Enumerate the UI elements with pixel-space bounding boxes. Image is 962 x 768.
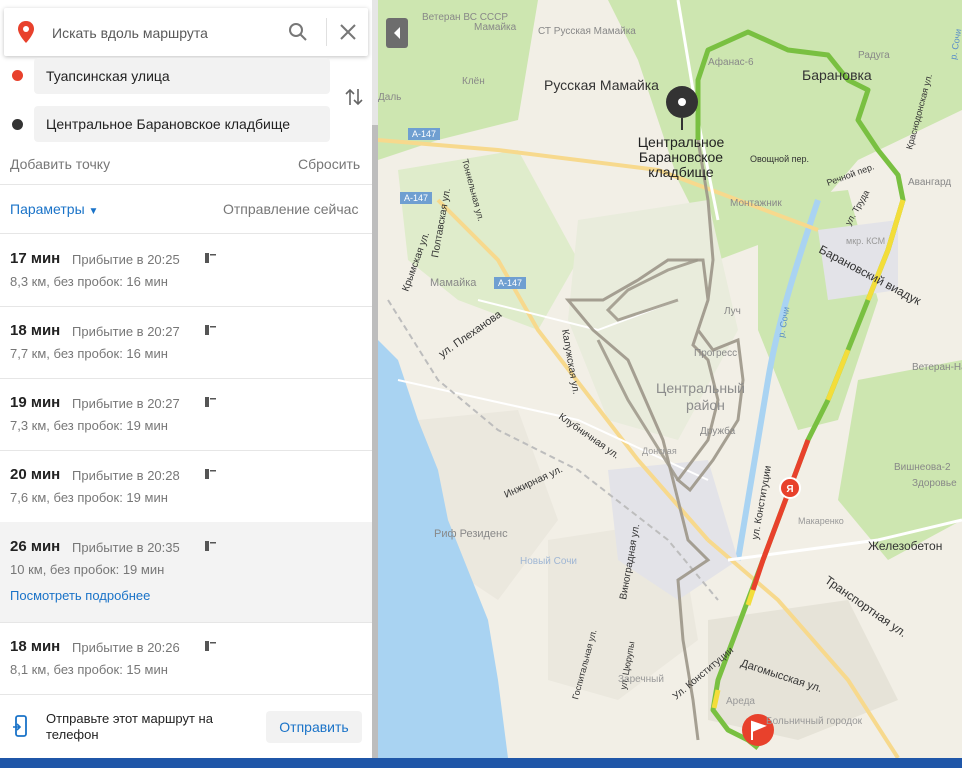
add-point-link[interactable]: Добавить точку [10, 156, 110, 172]
map-label: Русская Мамайка [544, 77, 659, 93]
route-option[interactable]: 17 мин Прибытие в 20:25 8,3 км, без проб… [0, 234, 372, 307]
search-input[interactable] [50, 20, 274, 46]
route-duration: 26 мин [10, 538, 61, 555]
params-link[interactable]: Параметры ▼ [10, 201, 98, 217]
map-label: Прогресс [694, 348, 737, 359]
traffic-light-icon [203, 467, 217, 486]
map-label: Ветеран-Нагорный [912, 362, 962, 373]
map-label: Больничный городок [766, 716, 863, 727]
map-label: Мамайка [474, 22, 517, 33]
reset-link[interactable]: Сбросить [298, 156, 360, 172]
traffic-light-icon [203, 251, 217, 270]
route-distance: 7,3 км, без пробок: 19 мин [10, 418, 168, 433]
map-label: А-147 [404, 193, 428, 203]
map-label: Луч [724, 306, 741, 317]
search-icon[interactable] [288, 22, 308, 47]
map-label: Клён [462, 76, 485, 87]
route-duration: 18 мин [10, 638, 61, 655]
send-button[interactable]: Отправить [266, 711, 362, 743]
route-option[interactable]: 18 мин Прибытие в 20:26 8,1 км, без проб… [0, 622, 372, 695]
map-label: А-147 [498, 278, 522, 288]
search-bar [4, 8, 368, 56]
route-distance: 7,7 км, без пробок: 16 мин [10, 346, 168, 361]
map-canvas[interactable]: Я А-147 А-147 А-147 Центральное Барановс… [378, 0, 962, 758]
swap-icon[interactable] [343, 86, 365, 113]
route-option[interactable]: 19 мин Прибытие в 20:27 7,3 км, без проб… [0, 378, 372, 451]
highway-badge: А-147 [400, 192, 432, 204]
map-label: Афанас-6 [708, 56, 754, 68]
origin-dot-icon [12, 70, 23, 81]
route-distance: 8,3 км, без пробок: 16 мин [10, 274, 168, 289]
route-duration: 18 мин [10, 322, 61, 339]
map-label: мкр. КСМ [846, 236, 885, 246]
map-label: Монтажник [730, 198, 782, 209]
map-label: Макаренко [798, 516, 844, 526]
divider [0, 184, 372, 185]
destination-label-line: кладбище [648, 164, 714, 180]
map-label: Риф Резиденс [434, 528, 508, 540]
destination-field[interactable]: Центральное Барановское кладбище [34, 106, 330, 142]
params-label: Параметры [10, 201, 85, 217]
map-label: Мамайка [430, 277, 477, 289]
map-label: Вишнеова-2 [894, 462, 951, 473]
route-arrival: Прибытие в 20:27 [72, 324, 180, 339]
map-label: район [686, 397, 725, 413]
route-duration: 17 мин [10, 250, 61, 267]
route-distance: 8,1 км, без пробок: 15 мин [10, 662, 168, 677]
yandex-marker-icon[interactable]: Я [779, 477, 801, 499]
map-label: Донская [642, 446, 677, 456]
map-label: Центральный [656, 380, 745, 396]
route-arrival: Прибытие в 20:35 [72, 540, 180, 555]
map-label: Здоровье [912, 478, 957, 489]
route-duration: 19 мин [10, 394, 61, 411]
route-option[interactable]: 20 мин Прибытие в 20:28 7,6 км, без проб… [0, 450, 372, 523]
location-pin-icon [16, 20, 36, 49]
route-panel: Туапсинская улица Центральное Барановско… [0, 0, 374, 758]
route-duration: 20 мин [10, 466, 61, 483]
map-label: Железобетон [868, 539, 942, 553]
send-to-phone-text: Отправьте этот маршрут на телефон [46, 711, 213, 742]
route-details-link[interactable]: Посмотреть подробнее [10, 588, 150, 603]
map-label: Радуга [858, 50, 890, 61]
map-label: А-147 [412, 129, 436, 139]
chevron-down-icon: ▼ [88, 206, 99, 217]
map-label: Ареда [726, 696, 755, 707]
collapse-panel-button[interactable] [386, 18, 408, 48]
map-label: Новый Сочи [520, 556, 577, 567]
map-label: Дружба [700, 425, 736, 437]
traffic-light-icon [203, 639, 217, 658]
map-view[interactable]: Я А-147 А-147 А-147 Центральное Барановс… [378, 0, 962, 758]
highway-badge: А-147 [494, 277, 526, 289]
traffic-light-icon [203, 395, 217, 414]
route-arrival: Прибытие в 20:28 [72, 468, 180, 483]
map-label: Даль [378, 92, 401, 103]
route-option-selected[interactable]: 26 мин Прибытие в 20:35 10 км, без пробо… [0, 522, 372, 623]
os-taskbar [0, 758, 962, 768]
highway-badge: А-147 [408, 128, 440, 140]
destination-dot-icon [12, 119, 23, 130]
search-divider [326, 18, 327, 46]
map-label: Барановка [802, 67, 872, 83]
route-option[interactable]: 18 мин Прибытие в 20:27 7,7 км, без проб… [0, 306, 372, 379]
map-label: Овощной пер. [750, 154, 809, 164]
origin-field[interactable]: Туапсинская улица [34, 58, 330, 94]
destination-label-line: Барановское [639, 149, 723, 165]
traffic-light-icon [203, 323, 217, 342]
svg-text:Я: Я [786, 484, 793, 495]
map-label: Авангард [908, 177, 951, 188]
traffic-light-icon [203, 539, 217, 558]
route-distance: 7,6 км, без пробок: 19 мин [10, 490, 168, 505]
route-arrival: Прибытие в 20:25 [72, 252, 180, 267]
departure-link[interactable]: Отправление сейчас [223, 201, 358, 217]
route-arrival: Прибытие в 20:26 [72, 640, 180, 655]
route-arrival: Прибытие в 20:27 [72, 396, 180, 411]
send-to-phone-bar: Отправьте этот маршрут на телефон Отправ… [0, 694, 372, 758]
route-distance: 10 км, без пробок: 19 мин [10, 562, 165, 577]
close-icon[interactable] [338, 22, 358, 47]
destination-label-line: Центральное [638, 134, 725, 150]
map-label: СТ Русская Мамайка [538, 26, 636, 37]
phone-icon [12, 715, 30, 744]
